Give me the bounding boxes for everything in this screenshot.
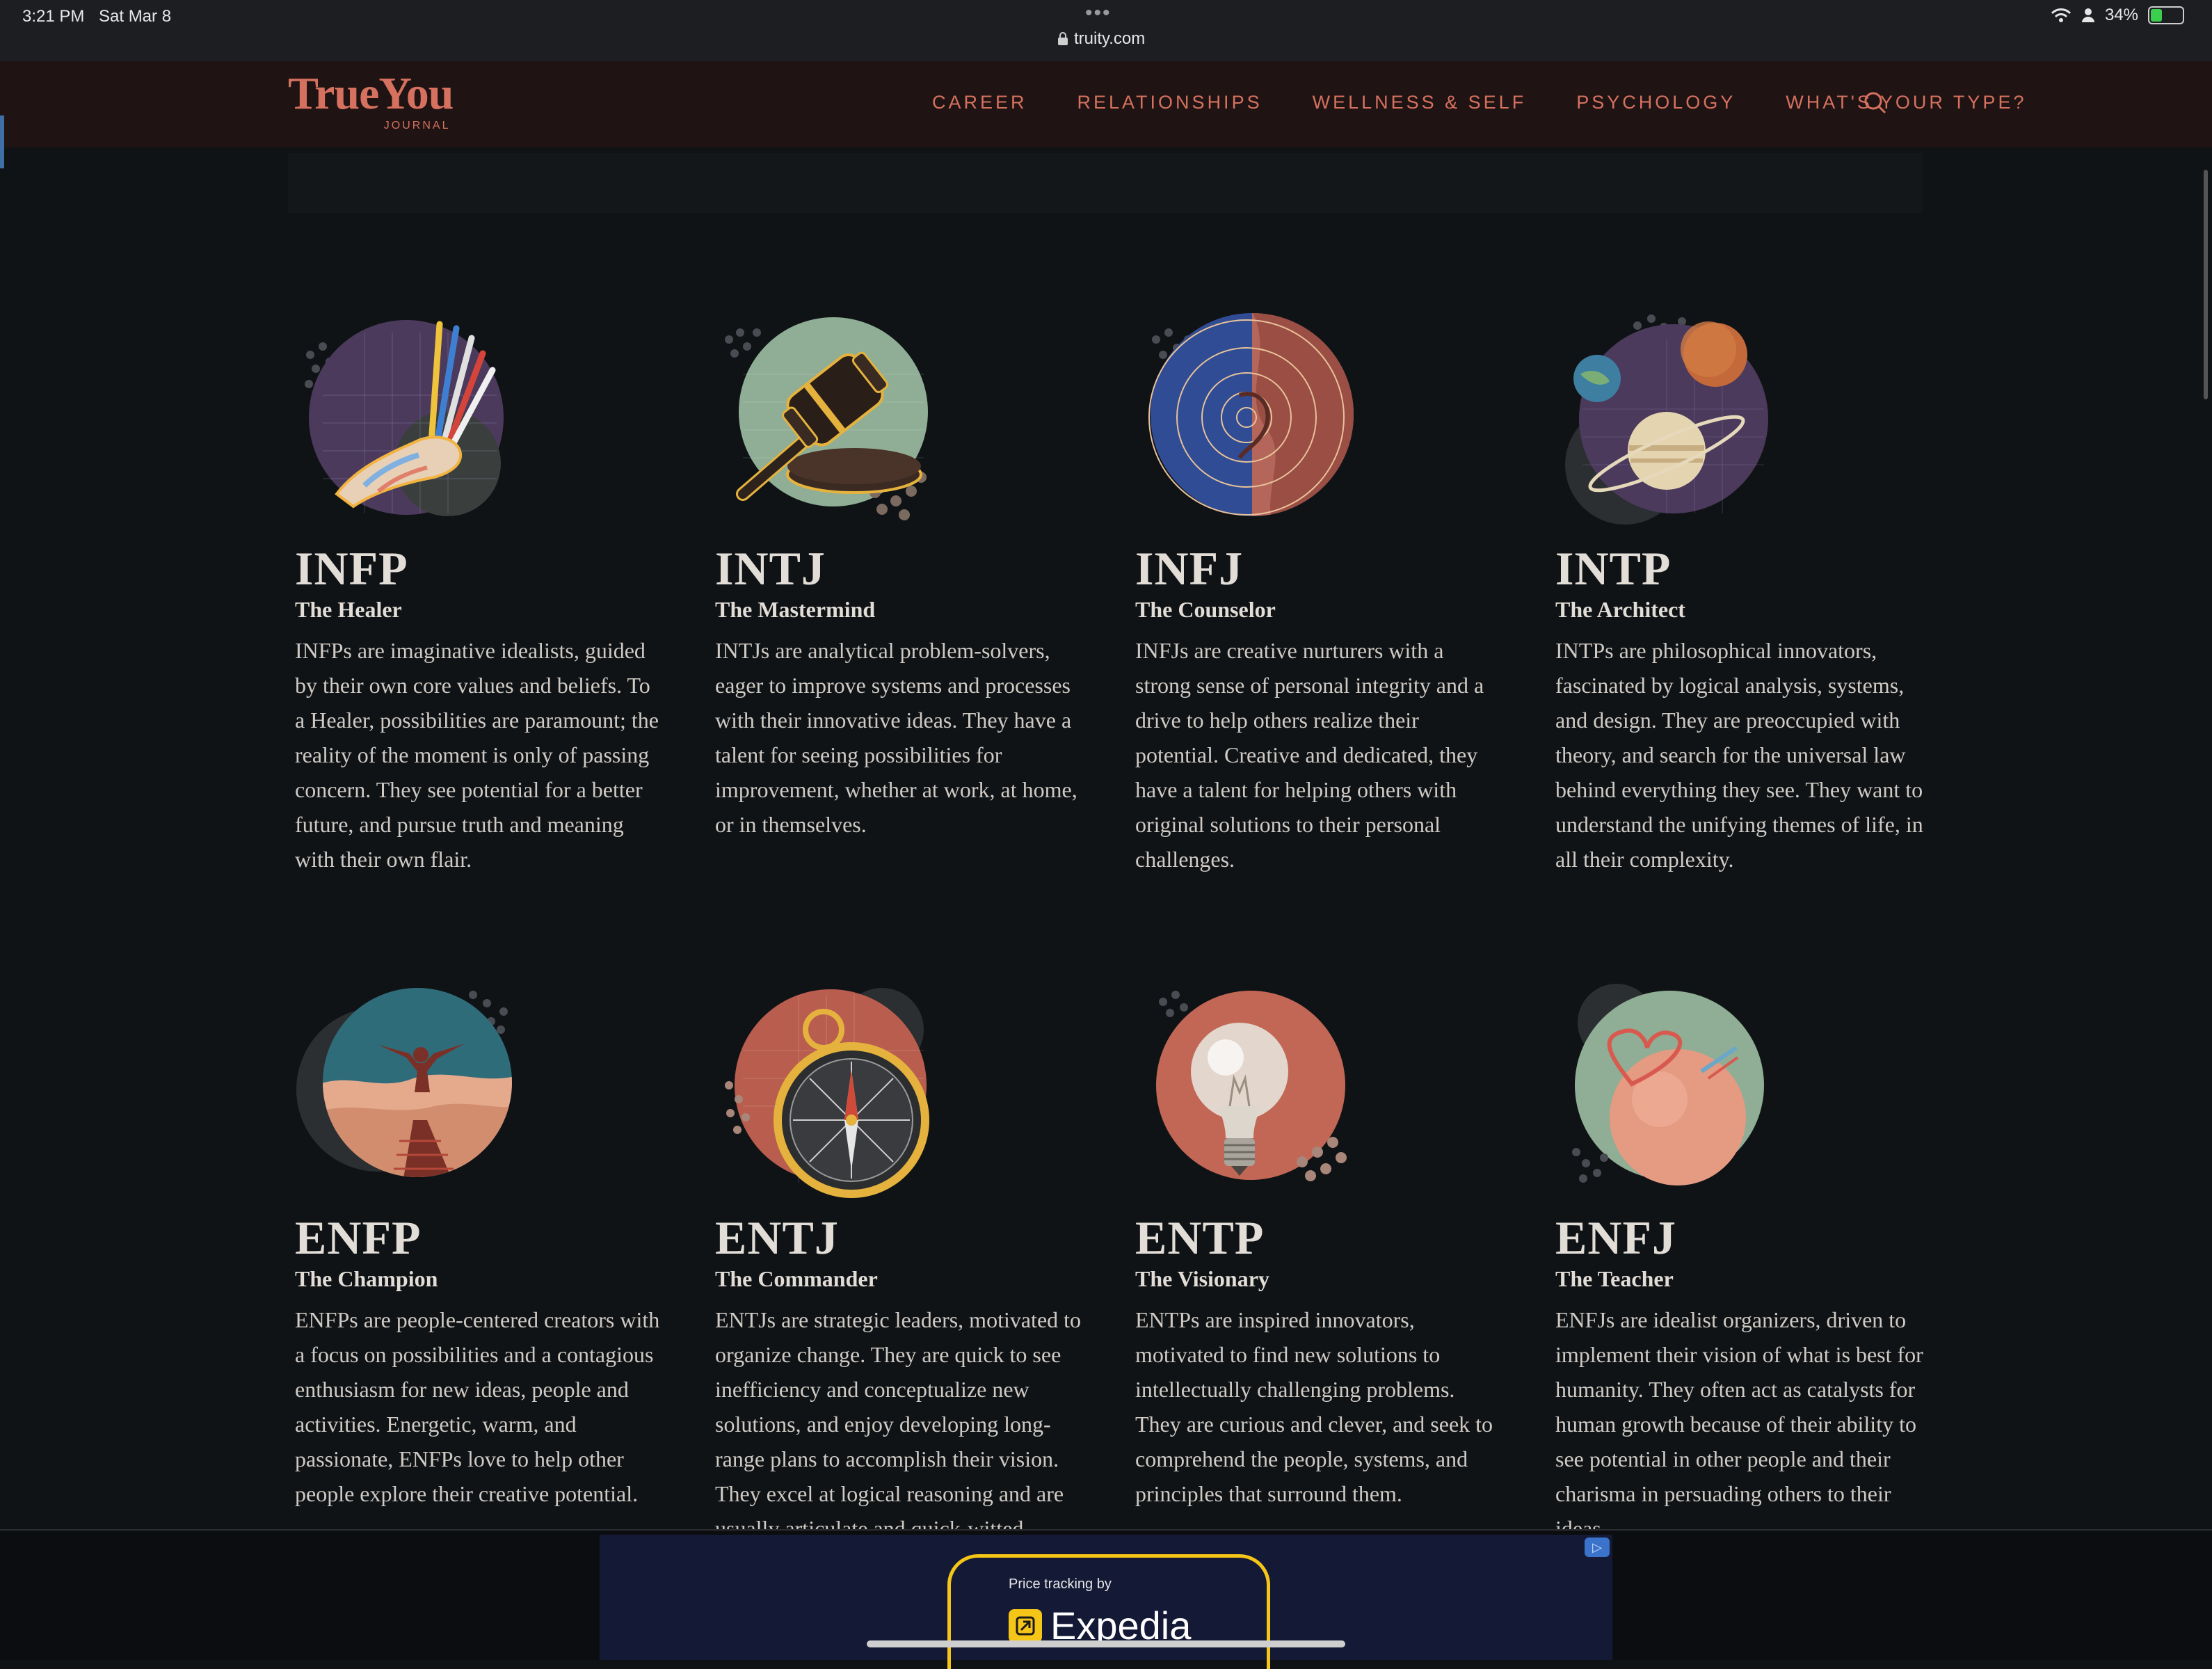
ad-tagline: Price tracking by bbox=[1009, 1576, 1112, 1592]
menu-wellness-self[interactable]: WELLNESS & SELF bbox=[1313, 92, 1527, 113]
address-bar[interactable]: truity.com bbox=[1057, 29, 1145, 49]
type-code[interactable]: ENFJ bbox=[1555, 1211, 1676, 1265]
type-description: INTPs are philosophical innovators, fasc… bbox=[1555, 638, 1923, 872]
type-title: The Mastermind bbox=[715, 597, 876, 622]
search-icon[interactable] bbox=[1861, 89, 1889, 117]
type-description: ENTPs are inspired innovators, motivated… bbox=[1135, 1307, 1493, 1506]
type-title: The Teacher bbox=[1555, 1266, 1674, 1291]
status-date: Sat Mar 8 bbox=[99, 7, 172, 26]
type-description: INFPs are imaginative idealists, guided … bbox=[295, 638, 659, 872]
home-indicator[interactable] bbox=[867, 1640, 1345, 1647]
paintbrushes-hand-icon bbox=[305, 320, 504, 516]
menu-relationships[interactable]: RELATIONSHIPS bbox=[1077, 92, 1263, 113]
menu-career[interactable]: CAREER bbox=[932, 92, 1027, 113]
side-tab[interactable] bbox=[0, 115, 4, 168]
type-description: INTJs are analytical problem-solvers, ea… bbox=[715, 638, 1077, 837]
menu-psychology[interactable]: PSYCHOLOGY bbox=[1576, 92, 1736, 113]
ear-icon bbox=[1148, 313, 1354, 516]
type-description: ENFJs are idealist organizers, driven to… bbox=[1555, 1307, 1923, 1541]
ad-choices-icon[interactable]: ▷ bbox=[1585, 1538, 1610, 1557]
type-code[interactable]: ENTP bbox=[1135, 1211, 1264, 1265]
more-dots-icon[interactable]: ••• bbox=[1085, 1, 1112, 25]
logo-main: TrueYou bbox=[288, 68, 454, 119]
scrollbar[interactable] bbox=[2204, 170, 2208, 399]
battery-icon bbox=[2148, 6, 2184, 24]
menu-whats-your-type[interactable]: WHAT'S YOUR TYPE? bbox=[1786, 92, 2026, 113]
type-code[interactable]: INFP bbox=[295, 541, 408, 596]
compass-icon bbox=[725, 988, 929, 1198]
type-title: The Visionary bbox=[1135, 1266, 1269, 1291]
type-title: The Champion bbox=[295, 1266, 438, 1291]
battery-percent: 34% bbox=[2104, 6, 2138, 24]
url-text: truity.com bbox=[1074, 29, 1146, 48]
status-time: 3:21 PM bbox=[22, 7, 85, 26]
type-description: INFJs are creative nurturers with a stro… bbox=[1135, 638, 1484, 872]
person-icon bbox=[2081, 8, 2094, 22]
type-code[interactable]: ENTJ bbox=[715, 1211, 839, 1265]
type-title: The Healer bbox=[295, 597, 402, 622]
status-right: 34% bbox=[2051, 6, 2184, 25]
heart-peach-icon bbox=[1572, 984, 1764, 1185]
type-code[interactable]: INTJ bbox=[715, 541, 826, 596]
planets-icon bbox=[1565, 314, 1768, 525]
site-logo[interactable]: TrueYou JOURNAL bbox=[288, 68, 454, 132]
status-bar: 3:21 PM Sat Mar 8 ••• truity.com 34% bbox=[0, 0, 2212, 61]
lightbulb-icon bbox=[1156, 991, 1347, 1181]
type-description: ENFPs are people-centered creators with … bbox=[295, 1307, 660, 1506]
type-code[interactable]: INFJ bbox=[1135, 541, 1243, 596]
wifi-icon bbox=[2051, 8, 2071, 22]
lock-icon bbox=[1058, 32, 1068, 45]
gavel-icon bbox=[725, 317, 928, 520]
type-title: The Commander bbox=[715, 1266, 878, 1291]
logo-sub: JOURNAL bbox=[383, 120, 451, 131]
expedia-logo-icon bbox=[1009, 1608, 1042, 1643]
type-code[interactable]: ENFP bbox=[295, 1211, 422, 1265]
type-description: ENTJs are strategic leaders, motivated t… bbox=[715, 1307, 1082, 1541]
type-title: The Architect bbox=[1555, 597, 1685, 622]
site-header: TrueYou JOURNAL CAREER RELATIONSHIPS WEL… bbox=[0, 61, 2212, 147]
ad-placeholder-band bbox=[288, 153, 1923, 213]
person-arms-raised-icon bbox=[296, 988, 512, 1177]
type-code[interactable]: INTP bbox=[1555, 541, 1671, 596]
type-title: The Counselor bbox=[1135, 597, 1276, 622]
